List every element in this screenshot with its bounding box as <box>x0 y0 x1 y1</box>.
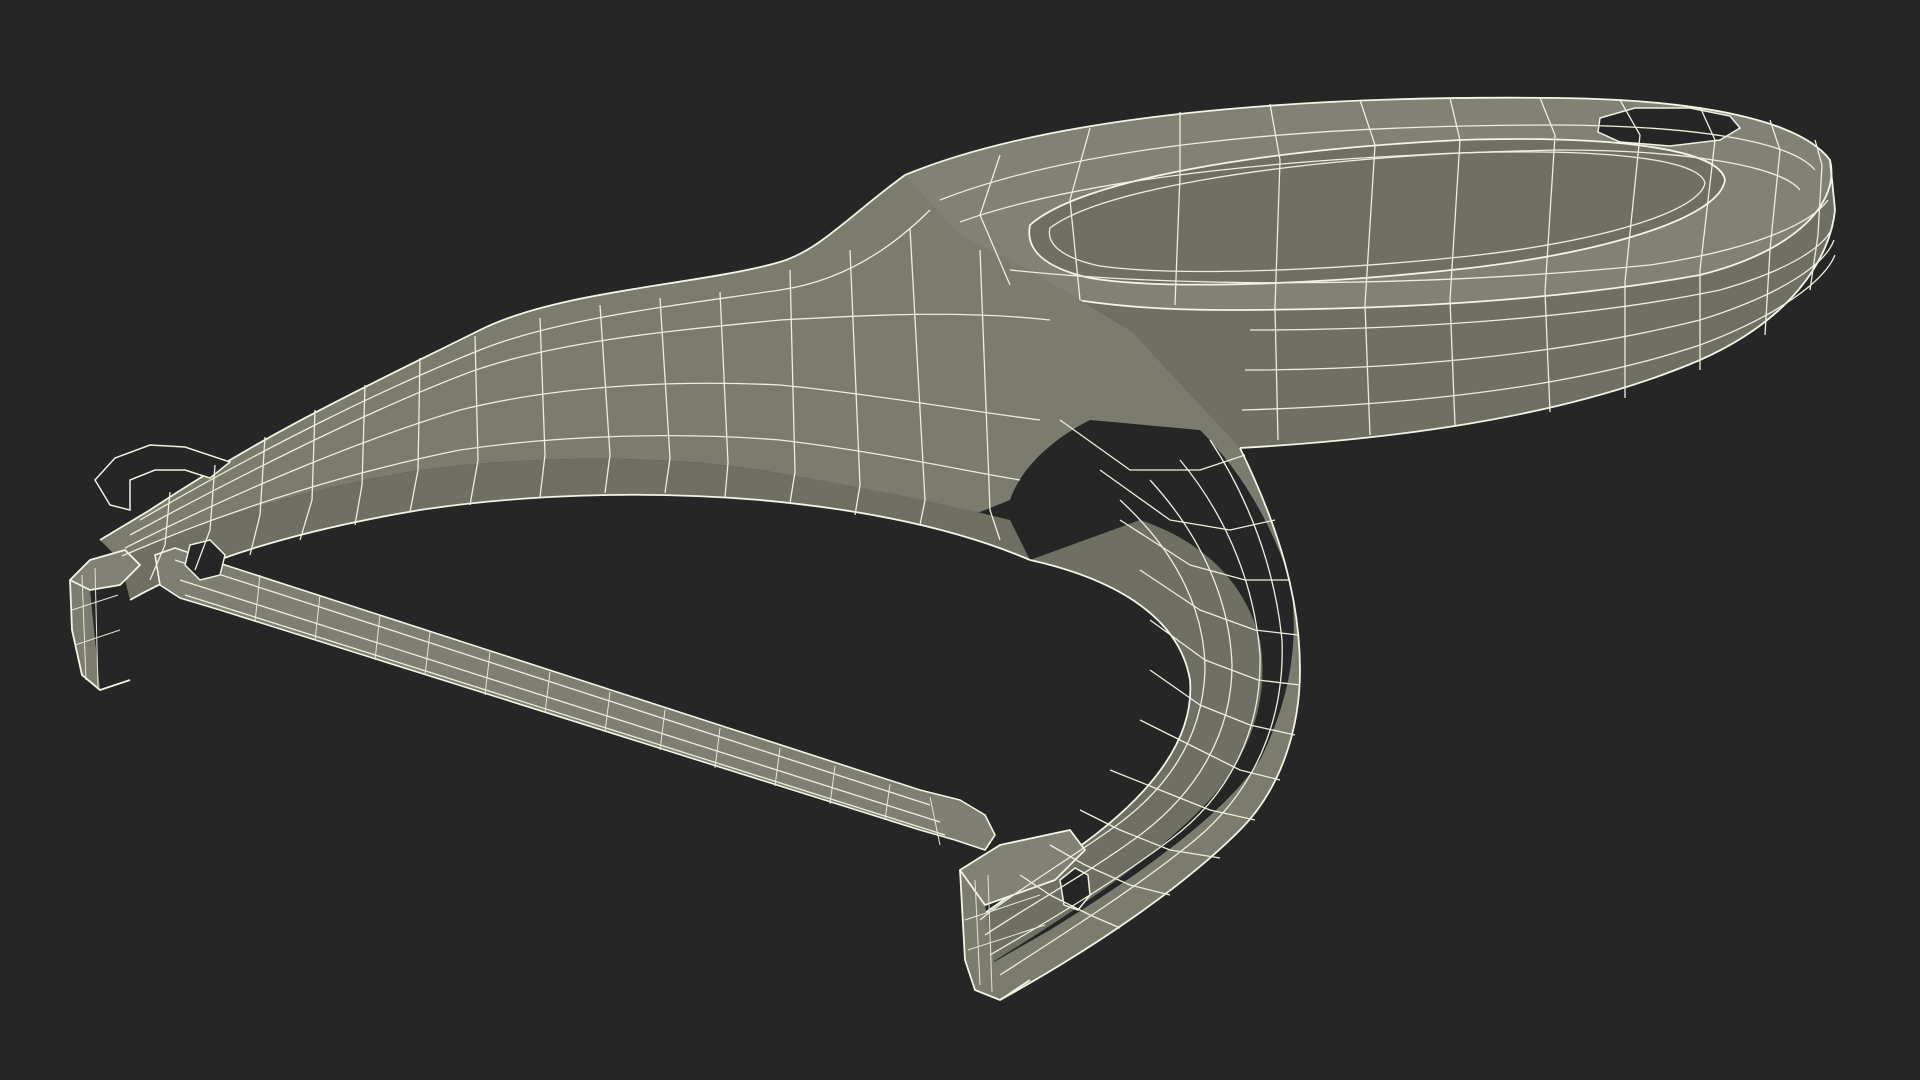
left-arm-tip <box>69 549 141 691</box>
blade <box>154 539 996 851</box>
wireframe-model <box>69 96 1836 1001</box>
right-arm <box>974 430 1301 1001</box>
3d-viewport[interactable] <box>0 0 1920 1080</box>
